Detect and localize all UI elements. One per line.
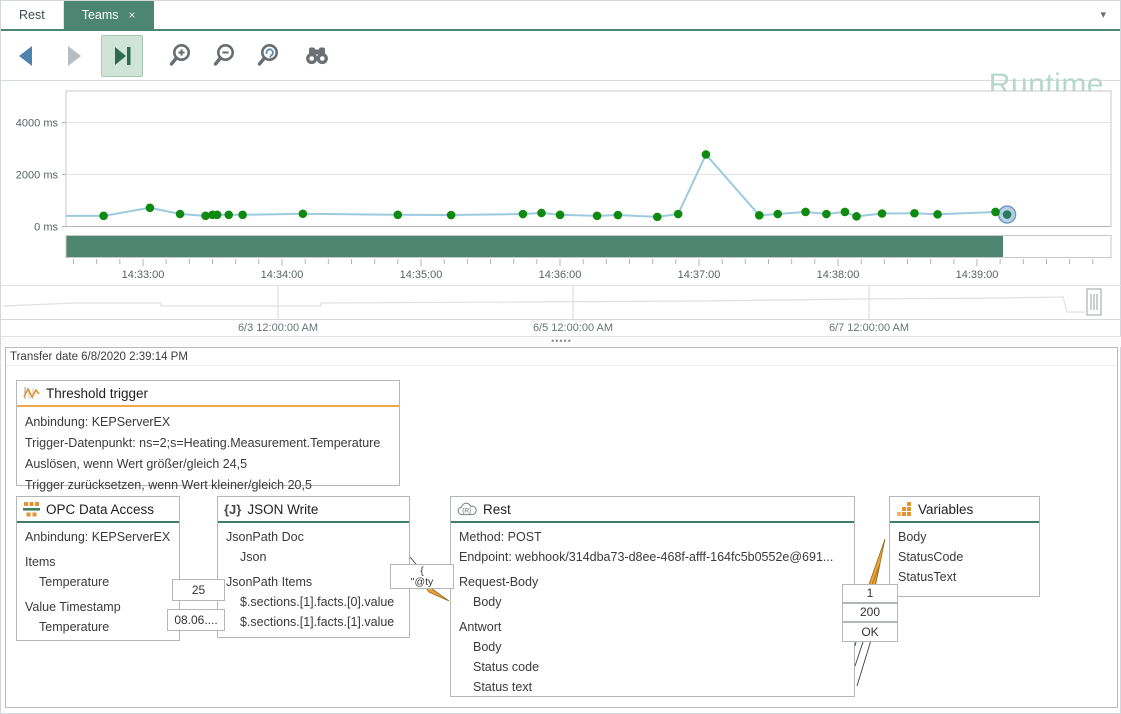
svg-text:14:35:00: 14:35:00 xyxy=(400,269,443,281)
json-row: JsonPath Doc xyxy=(226,527,401,547)
splitter-dots: ••••• xyxy=(551,336,572,346)
threshold-line: Anbindung: KEPServerEX xyxy=(25,412,391,433)
node-variables[interactable]: Variables Body StatusCode StatusText xyxy=(889,496,1040,597)
skip-to-end-icon xyxy=(108,42,136,70)
svg-text:6/3 12:00:00 AM: 6/3 12:00:00 AM xyxy=(238,322,318,334)
tab-rest-label: Rest xyxy=(19,8,45,22)
node-title: Variables xyxy=(918,502,973,517)
value-box-json-preview: { "@ty xyxy=(390,564,454,589)
forward-arrow-icon xyxy=(59,42,87,70)
rest-row: Request-Body xyxy=(459,572,846,592)
json-row: JsonPath Items xyxy=(226,572,401,592)
svg-text:4000 ms: 4000 ms xyxy=(16,118,59,130)
node-title: OPC Data Access xyxy=(46,502,154,517)
svg-text:6/7 12:00:00 AM: 6/7 12:00:00 AM xyxy=(829,322,909,334)
zoom-reset-icon xyxy=(256,41,286,71)
opc-row: Value Timestamp xyxy=(25,597,171,617)
zoom-out-icon xyxy=(212,41,242,71)
svg-text:14:33:00: 14:33:00 xyxy=(122,269,165,281)
zoom-in-icon xyxy=(168,41,198,71)
node-opc-header: OPC Data Access xyxy=(17,497,179,523)
node-title: JSON Write xyxy=(247,502,318,517)
opc-row-temperature[interactable]: Temperature xyxy=(25,572,171,592)
skip-to-latest-button[interactable] xyxy=(101,35,143,77)
zoom-out-button[interactable] xyxy=(209,35,245,77)
tab-rest[interactable]: Rest xyxy=(1,1,64,29)
value-box-temperature: 25 xyxy=(172,579,225,601)
rest-row-endpoint: Endpoint: webhook/314dba73-d8ee-468f-aff… xyxy=(459,547,846,567)
node-variables-header: Variables xyxy=(890,497,1039,523)
transfer-date-label: Transfer date 6/8/2020 2:39:14 PM xyxy=(6,348,1117,366)
node-rest-header: {R} Rest xyxy=(451,497,854,523)
timeline-overview[interactable]: 6/3 12:00:00 AM 6/5 12:00:00 AM 6/7 12:00:… xyxy=(1,285,1121,336)
binoculars-icon xyxy=(302,41,332,71)
search-button[interactable] xyxy=(299,35,335,77)
rest-row-status-text[interactable]: Status text xyxy=(459,677,846,697)
variables-row-body[interactable]: Body xyxy=(898,527,1031,547)
opc-data-access-icon xyxy=(23,501,40,517)
svg-text:14:37:00: 14:37:00 xyxy=(678,269,721,281)
variables-icon xyxy=(896,501,912,517)
tab-teams-label: Teams xyxy=(82,8,119,22)
json-row-facts0[interactable]: $.sections.[1].facts.[0].value xyxy=(226,592,401,612)
json-preview-line2: "@ty xyxy=(391,577,453,588)
workflow-panel: Transfer date 6/8/2020 2:39:14 PM Thresh… xyxy=(5,347,1118,708)
svg-text:6/5 12:00:00 AM: 6/5 12:00:00 AM xyxy=(533,322,613,334)
node-threshold-trigger[interactable]: Threshold trigger Anbindung: KEPServerEX… xyxy=(16,380,400,486)
opc-row: Anbindung: KEPServerEX xyxy=(25,527,171,547)
value-box-timestamp: 08.06.... xyxy=(167,609,225,631)
zoom-in-button[interactable] xyxy=(165,35,201,77)
node-rest[interactable]: {R} Rest Method: POST Endpoint: webhook/… xyxy=(450,496,855,697)
rest-row-response-body[interactable]: Body xyxy=(459,637,846,657)
runtime-chart[interactable]: 4000 ms 2000 ms 0 ms 14:33:00 14:34:00 14:35:… xyxy=(1,81,1121,285)
chevron-down-icon[interactable]: ▾ xyxy=(1100,8,1106,21)
application-window: Rest Teams × ▾ xyxy=(0,0,1121,714)
zoom-reset-button[interactable] xyxy=(253,35,289,77)
value-box-status-code: 200 xyxy=(842,603,898,622)
threshold-line: Trigger-Datenpunkt: ns=2;s=Heating.Measu… xyxy=(25,433,391,454)
json-row-facts1[interactable]: $.sections.[1].facts.[1].value xyxy=(226,612,401,632)
svg-text:0 ms: 0 ms xyxy=(34,222,58,234)
node-threshold-header: Threshold trigger xyxy=(17,381,399,407)
toolbar: Runtime xyxy=(1,31,1120,81)
forward-button[interactable] xyxy=(55,35,91,77)
variables-row-statustext[interactable]: StatusText xyxy=(898,567,1031,587)
opc-row: Items xyxy=(25,552,171,572)
node-opc-data-access[interactable]: OPC Data Access Anbindung: KEPServerEX I… xyxy=(16,496,180,641)
close-tab-icon[interactable]: × xyxy=(129,9,136,21)
overview-slider-handle xyxy=(1087,289,1101,315)
value-box-body: 1 xyxy=(842,584,898,603)
threshold-line: Auslösen, wenn Wert größer/gleich 24,5 xyxy=(25,454,391,475)
back-arrow-icon xyxy=(13,42,41,70)
rest-cloud-icon: {R} xyxy=(457,502,477,517)
node-title: Threshold trigger xyxy=(46,386,148,401)
value-box-status-text: OK xyxy=(842,622,898,642)
variables-row-statuscode[interactable]: StatusCode xyxy=(898,547,1031,567)
rest-row-status-code[interactable]: Status code xyxy=(459,657,846,677)
svg-text:14:39:00: 14:39:00 xyxy=(956,269,999,281)
node-title: Rest xyxy=(483,502,511,517)
svg-text:14:36:00: 14:36:00 xyxy=(539,269,582,281)
threshold-trigger-icon xyxy=(23,385,40,401)
rest-row-request-body[interactable]: Body xyxy=(459,592,846,612)
splitter-handle[interactable]: ••••• xyxy=(1,336,1121,347)
svg-text:14:34:00: 14:34:00 xyxy=(261,269,304,281)
svg-text:2000 ms: 2000 ms xyxy=(16,170,59,182)
back-button[interactable] xyxy=(9,35,45,77)
node-json-write[interactable]: {J} JSON Write JsonPath Doc Json JsonPat… xyxy=(217,496,410,638)
rest-row: Antwort xyxy=(459,617,846,637)
tab-teams[interactable]: Teams × xyxy=(64,1,154,29)
tab-strip: Rest Teams × ▾ xyxy=(1,1,1120,31)
opc-row-temperature-timestamp[interactable]: Temperature xyxy=(25,617,171,637)
svg-text:{R}: {R} xyxy=(462,507,472,514)
rest-row-method: Method: POST xyxy=(459,527,846,547)
json-row-json[interactable]: Json xyxy=(226,547,401,567)
threshold-line: Trigger zurücksetzen, wenn Wert kleiner/… xyxy=(25,475,391,496)
json-write-icon: {J} xyxy=(224,502,241,517)
svg-text:14:38:00: 14:38:00 xyxy=(817,269,860,281)
node-json-header: {J} JSON Write xyxy=(218,497,409,523)
